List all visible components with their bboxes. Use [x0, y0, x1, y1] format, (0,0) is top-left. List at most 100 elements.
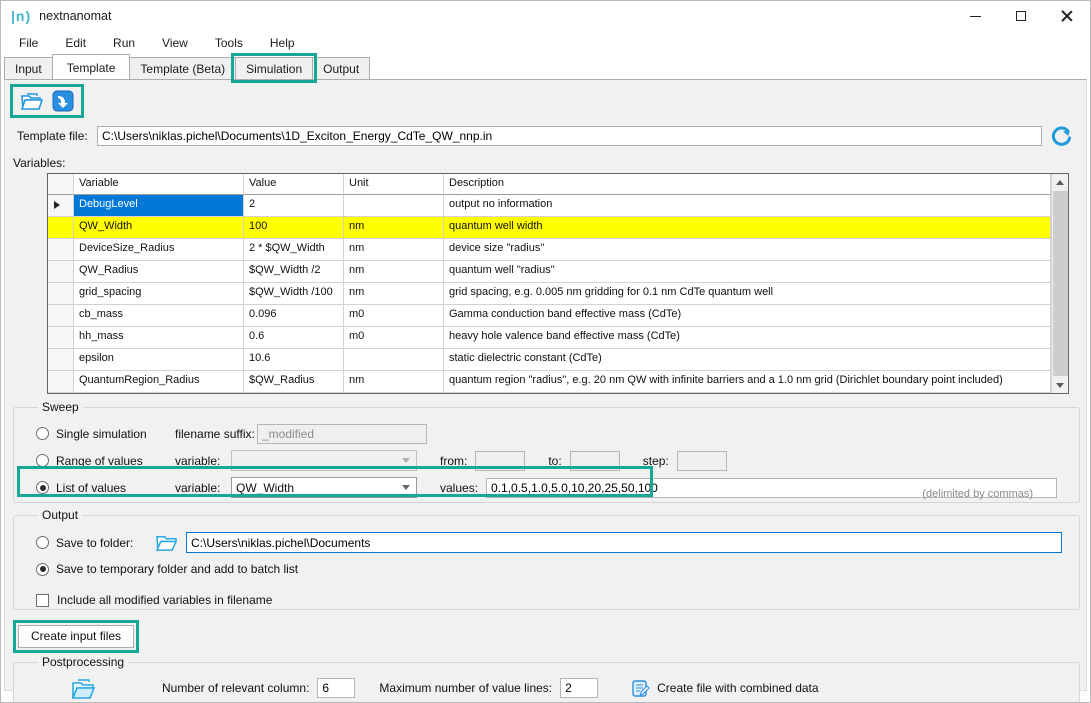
output-folder-input[interactable]	[186, 532, 1062, 553]
tab-template[interactable]: Template	[52, 54, 131, 79]
cell-variable[interactable]: QuantumRegion_Radius	[74, 371, 244, 393]
cell-unit[interactable]: nm	[344, 239, 444, 261]
tab-input[interactable]: Input	[4, 57, 53, 79]
cell-value[interactable]: 0.096	[244, 305, 344, 327]
cell-unit[interactable]: nm	[344, 283, 444, 305]
row-selector[interactable]	[48, 195, 74, 217]
include-vars-checkbox[interactable]	[36, 594, 49, 607]
tab-output[interactable]: Output	[312, 57, 370, 79]
cell-variable[interactable]: DebugLevel	[74, 195, 244, 217]
menu-tools[interactable]: Tools	[215, 36, 243, 50]
row-selector[interactable]	[48, 239, 74, 261]
cell-variable[interactable]: DeviceSize_Radius	[74, 239, 244, 261]
to-input[interactable]	[570, 451, 620, 471]
minimize-button[interactable]	[952, 1, 998, 31]
menu-view[interactable]: View	[162, 36, 188, 50]
cell-unit[interactable]: nm	[344, 217, 444, 239]
step-input[interactable]	[677, 451, 727, 471]
menu-file[interactable]: File	[19, 36, 38, 50]
col-header-unit[interactable]: Unit	[344, 174, 444, 195]
table-scrollbar[interactable]	[1051, 174, 1068, 393]
cell-value[interactable]: 2 * $QW_Width	[244, 239, 344, 261]
table-row[interactable]: DebugLevel 2 output no information	[48, 195, 1051, 217]
row-selector[interactable]	[48, 217, 74, 239]
menu-help[interactable]: Help	[270, 36, 295, 50]
scroll-down-button[interactable]	[1052, 377, 1068, 393]
tab-simulation[interactable]: Simulation	[235, 57, 313, 79]
row-selector[interactable]	[48, 305, 74, 327]
cell-description[interactable]: grid spacing, e.g. 0.005 nm gridding for…	[444, 283, 1051, 305]
range-of-values-radio[interactable]	[36, 454, 49, 467]
table-row[interactable]: cb_mass 0.096 m0 Gamma conduction band e…	[48, 305, 1051, 327]
table-row[interactable]: QW_Width 100 nm quantum well width	[48, 217, 1051, 239]
cell-description[interactable]: static dielectric constant (CdTe)	[444, 349, 1051, 371]
load-template-button[interactable]	[52, 90, 74, 112]
cell-description[interactable]: quantum well width	[444, 217, 1051, 239]
postprocessing-folder-button[interactable]	[70, 677, 96, 699]
menu-edit[interactable]: Edit	[65, 36, 86, 50]
cell-value[interactable]: 2	[244, 195, 344, 217]
list-of-values-radio[interactable]	[36, 481, 49, 494]
cell-description[interactable]: quantum well "radius"	[444, 261, 1051, 283]
cell-value[interactable]: $QW_Width /2	[244, 261, 344, 283]
menu-run[interactable]: Run	[113, 36, 135, 50]
row-selector[interactable]	[48, 349, 74, 371]
cell-variable[interactable]: cb_mass	[74, 305, 244, 327]
col-header-value[interactable]: Value	[244, 174, 344, 195]
col-header-description[interactable]: Description	[444, 174, 1051, 195]
tab-template-beta[interactable]: Template (Beta)	[129, 57, 236, 79]
row-selector[interactable]	[48, 283, 74, 305]
table-row[interactable]: QuantumRegion_Radius $QW_Radius nm quant…	[48, 371, 1051, 393]
cell-unit[interactable]: nm	[344, 371, 444, 393]
create-input-files-button[interactable]: Create input files	[18, 625, 134, 648]
cell-variable[interactable]: QW_Radius	[74, 261, 244, 283]
cell-description[interactable]: output no information	[444, 195, 1051, 217]
cell-value[interactable]: 0.6	[244, 327, 344, 349]
cell-value[interactable]: $QW_Radius	[244, 371, 344, 393]
save-temp-radio[interactable]	[36, 563, 49, 576]
row-selector[interactable]	[48, 261, 74, 283]
row-selector[interactable]	[48, 327, 74, 349]
table-row[interactable]: DeviceSize_Radius 2 * $QW_Width nm devic…	[48, 239, 1051, 261]
create-combined-file-button[interactable]: Create file with combined data	[632, 679, 818, 697]
table-row[interactable]: hh_mass 0.6 m0 heavy hole valence band e…	[48, 327, 1051, 349]
cell-description[interactable]: quantum region "radius", e.g. 20 nm QW w…	[444, 371, 1051, 393]
cell-description[interactable]: Gamma conduction band effective mass (Cd…	[444, 305, 1051, 327]
cell-unit[interactable]	[344, 349, 444, 371]
from-input[interactable]	[475, 451, 525, 471]
cell-value[interactable]: 10.6	[244, 349, 344, 371]
value-lines-input[interactable]	[560, 678, 598, 698]
scroll-up-button[interactable]	[1052, 174, 1068, 190]
open-template-button[interactable]	[20, 91, 44, 111]
browse-folder-button[interactable]	[155, 533, 178, 552]
reload-template-button[interactable]	[1050, 125, 1072, 147]
relevant-column-input[interactable]	[317, 678, 355, 698]
cell-unit[interactable]: m0	[344, 305, 444, 327]
cell-variable[interactable]: epsilon	[74, 349, 244, 371]
maximize-icon	[1016, 11, 1026, 21]
scrollbar-thumb[interactable]	[1053, 191, 1068, 376]
cell-description[interactable]: device size "radius"	[444, 239, 1051, 261]
maximize-button[interactable]	[998, 1, 1044, 31]
cell-unit[interactable]	[344, 195, 444, 217]
cell-value[interactable]: $QW_Width /100	[244, 283, 344, 305]
list-variable-select[interactable]: QW_Width	[231, 477, 417, 498]
row-selector[interactable]	[48, 371, 74, 393]
save-to-folder-radio[interactable]	[36, 536, 49, 549]
filename-suffix-input[interactable]	[257, 424, 427, 444]
cell-unit[interactable]: m0	[344, 327, 444, 349]
range-variable-select[interactable]	[231, 450, 417, 471]
cell-variable[interactable]: hh_mass	[74, 327, 244, 349]
close-button[interactable]	[1044, 1, 1090, 31]
table-row[interactable]: epsilon 10.6 static dielectric constant …	[48, 349, 1051, 371]
cell-value[interactable]: 100	[244, 217, 344, 239]
col-header-variable[interactable]: Variable	[74, 174, 244, 195]
table-row[interactable]: QW_Radius $QW_Width /2 nm quantum well "…	[48, 261, 1051, 283]
single-simulation-radio[interactable]	[36, 427, 49, 440]
cell-unit[interactable]: nm	[344, 261, 444, 283]
table-row[interactable]: grid_spacing $QW_Width /100 nm grid spac…	[48, 283, 1051, 305]
cell-variable[interactable]: QW_Width	[74, 217, 244, 239]
template-file-input[interactable]	[97, 126, 1042, 146]
cell-variable[interactable]: grid_spacing	[74, 283, 244, 305]
cell-description[interactable]: heavy hole valence band effective mass (…	[444, 327, 1051, 349]
